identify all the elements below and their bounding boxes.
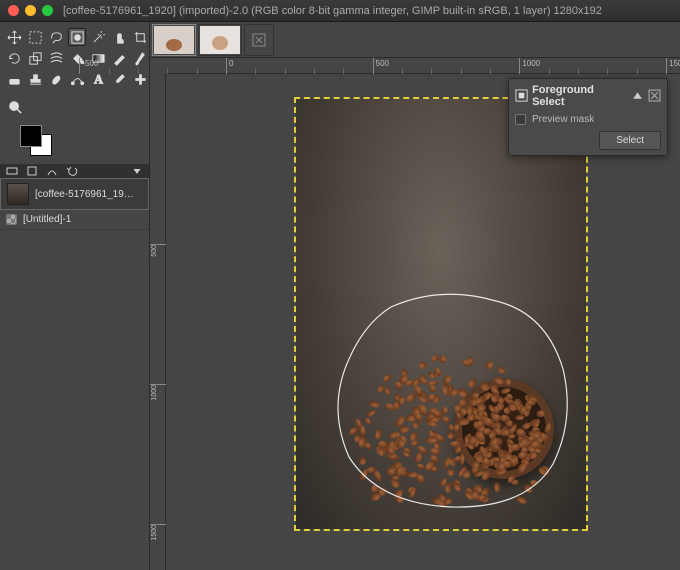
foreground-color-swatch[interactable] (20, 125, 42, 147)
fuzzy-select-tool[interactable] (89, 28, 107, 46)
image-tab-coffee[interactable] (152, 24, 196, 56)
free-select-tool[interactable] (47, 28, 65, 46)
image-list-item[interactable]: [coffee-5176961_1920] (imported (0, 178, 149, 210)
window-close-button[interactable] (8, 5, 19, 16)
image-thumbnail (6, 214, 17, 225)
image-tab-close[interactable] (244, 24, 274, 56)
horizontal-ruler[interactable]: -500050010001500 (166, 58, 680, 74)
image-tab-untitled[interactable] (198, 24, 242, 56)
paintbrush-tool[interactable] (131, 49, 149, 67)
dock-left: A [coffee-5176961_1920] (imported [Untitl… (0, 22, 150, 570)
smudge-tool[interactable] (47, 70, 65, 88)
ruler-tick-label: 0 (229, 59, 233, 68)
paths-dock-tab[interactable] (44, 165, 60, 177)
layers-dock-tab[interactable] (4, 165, 20, 177)
svg-text:A: A (94, 72, 103, 86)
window-minimize-button[interactable] (25, 5, 36, 16)
eraser-tool[interactable] (5, 70, 23, 88)
dock-tab-strip (0, 164, 149, 178)
canvas-viewport[interactable]: Foreground Select Preview mask (166, 74, 680, 570)
image-list-item[interactable]: [Untitled]-1 (0, 210, 149, 230)
scale-tool[interactable] (26, 49, 44, 67)
ruler-tick-label: -500 (82, 59, 98, 68)
ruler-tick-label: 1500 (151, 525, 158, 541)
path-tool[interactable] (68, 70, 86, 88)
ruler-tick-label: 1000 (522, 59, 540, 68)
ruler-tick-label: 1000 (151, 385, 158, 401)
heal-tool[interactable] (131, 70, 149, 88)
window-zoom-button[interactable] (42, 5, 53, 16)
color-swatches[interactable] (0, 120, 149, 164)
dialog-close-button[interactable] (648, 89, 661, 103)
foreground-select-tool[interactable] (68, 28, 86, 46)
channels-dock-tab[interactable] (24, 165, 40, 177)
zoom-tool[interactable] (6, 98, 24, 116)
foreground-select-dialog[interactable]: Foreground Select Preview mask (508, 78, 668, 156)
rotate-tool[interactable] (5, 49, 23, 67)
dialog-title: Foreground Select (532, 84, 623, 108)
text-tool[interactable]: A (89, 70, 107, 88)
image-label: [coffee-5176961_1920] (imported (35, 189, 135, 200)
move-tool[interactable] (5, 28, 23, 46)
preview-mask-checkbox[interactable] (515, 114, 526, 125)
vertical-ruler[interactable]: 500 1000 1500 (150, 74, 166, 570)
toolbox: A (0, 22, 149, 94)
crop-tool[interactable] (131, 28, 149, 46)
ruler-tick-label: 500 (376, 59, 389, 68)
dock-menu-button[interactable] (129, 165, 145, 177)
select-button[interactable]: Select (599, 131, 661, 150)
preview-mask-label: Preview mask (532, 114, 594, 125)
undo-dock-tab[interactable] (64, 165, 80, 177)
image-thumbnail (7, 183, 29, 205)
rect-select-tool[interactable] (26, 28, 44, 46)
image-label: [Untitled]-1 (23, 214, 71, 225)
dialog-icon (515, 89, 528, 103)
window-titlebar: [coffee-5176961_1920] (imported)-2.0 (RG… (0, 0, 680, 22)
dialog-collapse-button[interactable] (631, 89, 644, 103)
by-color-select-tool[interactable] (110, 28, 128, 46)
images-panel: [coffee-5176961_1920] (imported [Untitled… (0, 178, 149, 570)
pencil-tool[interactable] (110, 49, 128, 67)
color-picker-tool[interactable] (110, 70, 128, 88)
ruler-tick-label: 1500 (669, 59, 680, 68)
ruler-tick-label: 500 (151, 245, 158, 257)
image-tab-strip (150, 22, 680, 58)
canvas-image (296, 99, 586, 529)
canvas-area: -500050010001500 50010001500 (150, 22, 680, 570)
clone-tool[interactable] (26, 70, 44, 88)
warp-tool[interactable] (47, 49, 65, 67)
window-title: [coffee-5176961_1920] (imported)-2.0 (RG… (63, 5, 602, 17)
